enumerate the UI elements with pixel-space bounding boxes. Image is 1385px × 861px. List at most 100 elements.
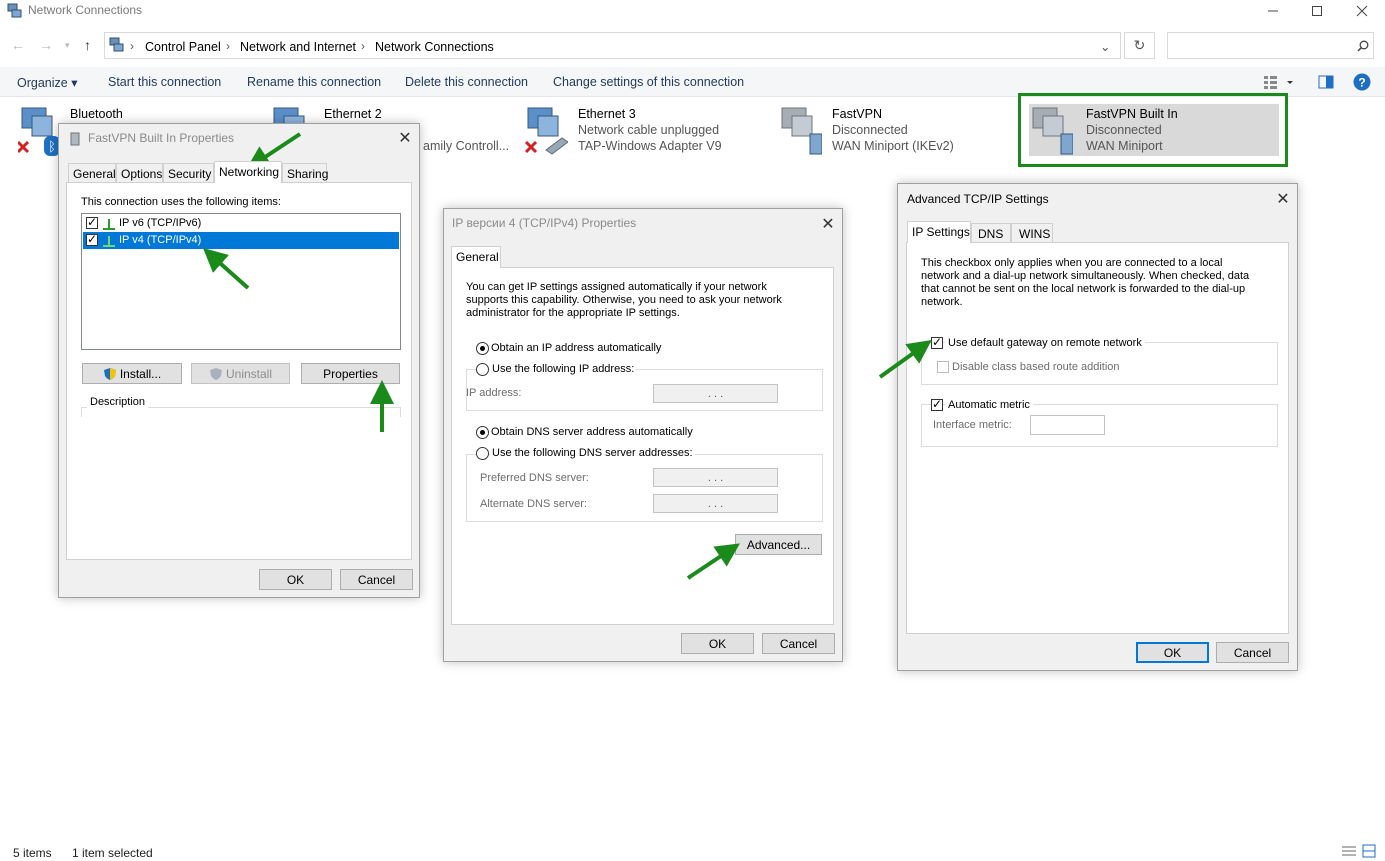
- recent-locations-chevron-icon[interactable]: ▾: [65, 40, 70, 51]
- obtain-ip-auto-label[interactable]: Obtain an IP address automatically: [491, 342, 661, 355]
- tab-general[interactable]: General: [451, 246, 501, 268]
- obtain-dns-auto-radio[interactable]: [476, 426, 489, 439]
- back-arrow-icon[interactable]: ←: [11, 37, 25, 53]
- ip-field-dots: . . .: [707, 387, 724, 400]
- components-list[interactable]: IP v6 (TCP/IPv6) IP v4 (TCP/IPv4): [81, 213, 401, 350]
- preview-pane-icon[interactable]: [1318, 75, 1334, 89]
- ok-button[interactable]: OK: [681, 633, 754, 654]
- organize-menu[interactable]: Organize ▾: [17, 75, 77, 90]
- interface-metric-field[interactable]: [1030, 415, 1105, 435]
- disable-class-route-checkbox[interactable]: [937, 361, 949, 373]
- address-dropdown-chevron-icon[interactable]: ⌄: [1100, 39, 1110, 54]
- properties-button[interactable]: Properties: [301, 363, 400, 384]
- breadcrumb-network-and-internet[interactable]: Network and Internet: [240, 40, 356, 54]
- advanced-button[interactable]: Advanced...: [735, 534, 822, 555]
- search-icon: [1357, 40, 1369, 52]
- network-protocol-icon: [103, 219, 115, 230]
- details-view-icon[interactable]: [1341, 845, 1357, 857]
- cancel-button[interactable]: Cancel: [762, 633, 835, 654]
- delete-connection-button[interactable]: Delete this connection: [405, 75, 528, 89]
- ipv6-checkbox[interactable]: [86, 215, 98, 229]
- tab-ip-settings[interactable]: IP Settings: [907, 221, 971, 243]
- rename-connection-button[interactable]: Rename this connection: [247, 75, 381, 89]
- connection-device: amily Controll...: [423, 139, 510, 153]
- bluetooth-connection-icon: ᛒ: [18, 107, 60, 156]
- advanced-tcpip-dialog: Advanced TCP/IP Settings ✕ IP Settings D…: [897, 183, 1298, 671]
- selected-count: 1 item selected: [72, 846, 153, 860]
- refresh-icon: ↻: [1133, 37, 1146, 53]
- uninstall-button[interactable]: Uninstall: [191, 363, 290, 384]
- obtain-dns-auto-label[interactable]: Obtain DNS server address automatically: [491, 426, 693, 439]
- connection-device: WAN Miniport (IKEv2): [832, 139, 954, 153]
- list-item-ipv4[interactable]: IP v4 (TCP/IPv4): [83, 232, 399, 249]
- use-static-ip-label[interactable]: Use the following IP address:: [490, 363, 637, 376]
- list-item-ipv6[interactable]: IP v6 (TCP/IPv6): [83, 215, 399, 232]
- tab-options[interactable]: Options: [116, 163, 163, 183]
- forward-arrow-icon[interactable]: →: [39, 37, 53, 53]
- svg-text:?: ?: [1358, 76, 1365, 90]
- change-settings-button[interactable]: Change settings of this connection: [553, 75, 744, 89]
- minimize-button[interactable]: [1250, 0, 1296, 22]
- alternate-dns-field[interactable]: . . .: [653, 494, 778, 513]
- ip-address-field[interactable]: . . .: [653, 384, 778, 403]
- tiles-view-icon[interactable]: [1362, 844, 1376, 858]
- connection-item-ethernet-3[interactable]: Ethernet 3 Network cable unplugged TAP-W…: [524, 104, 754, 160]
- address-box[interactable]: › Control Panel › Network and Internet ›…: [104, 32, 1121, 59]
- tab-networking[interactable]: Networking: [214, 161, 282, 183]
- maximize-icon: [1312, 6, 1322, 16]
- connection-status: Network cable unplugged: [578, 123, 720, 137]
- obtain-ip-auto-radio[interactable]: [476, 342, 489, 355]
- use-default-gateway-label[interactable]: Use default gateway on remote network: [945, 337, 1145, 350]
- use-static-dns-radio[interactable]: [476, 447, 489, 460]
- intro-text-line: administrator for the appropriate IP set…: [466, 307, 680, 319]
- info-text-line: This checkbox only applies when you are …: [921, 257, 1223, 269]
- up-arrow-icon[interactable]: ↑: [84, 37, 91, 53]
- dialog-close-button[interactable]: ✕: [1272, 189, 1294, 209]
- close-icon: [1356, 5, 1368, 17]
- dialog-close-button[interactable]: ✕: [817, 214, 839, 234]
- cancel-button[interactable]: Cancel: [1216, 642, 1289, 663]
- change-view-icon[interactable]: [1263, 74, 1293, 90]
- intro-text-line: supports this capability. Otherwise, you…: [466, 294, 782, 306]
- breadcrumb-separator-icon: ›: [361, 39, 365, 53]
- breadcrumb-network-connections[interactable]: Network Connections: [375, 40, 494, 54]
- ipv4-checkbox[interactable]: [86, 232, 98, 246]
- networking-tab-panel: This connection uses the following items…: [66, 182, 412, 560]
- tab-dns[interactable]: DNS: [971, 223, 1011, 243]
- network-connections-icon: [7, 3, 22, 18]
- install-button[interactable]: Install...: [82, 363, 182, 384]
- connection-device: TAP-Windows Adapter V9: [578, 139, 722, 153]
- tab-security[interactable]: Security: [163, 163, 214, 183]
- start-connection-button[interactable]: Start this connection: [108, 75, 221, 89]
- use-static-ip-radio[interactable]: [476, 363, 489, 376]
- maximize-button[interactable]: [1294, 0, 1340, 22]
- automatic-metric-label[interactable]: Automatic metric: [945, 399, 1033, 412]
- automatic-metric-checkbox[interactable]: [931, 397, 943, 411]
- connection-item-fastvpn[interactable]: FastVPN Disconnected WAN Miniport (IKEv2…: [778, 104, 998, 160]
- ipv4-properties-dialog: IP версии 4 (TCP/IPv4) Properties ✕ Gene…: [443, 208, 843, 662]
- vpn-connection-icon: [781, 107, 822, 155]
- refresh-button[interactable]: ↻: [1124, 32, 1155, 59]
- tab-general[interactable]: General: [68, 163, 116, 183]
- help-icon[interactable]: ?: [1353, 73, 1371, 91]
- use-static-dns-label[interactable]: Use the following DNS server addresses:: [490, 447, 695, 460]
- close-window-button[interactable]: [1339, 0, 1385, 22]
- ok-button[interactable]: OK: [1136, 642, 1209, 663]
- ethernet-unplugged-icon: [524, 107, 568, 155]
- dialog-close-button[interactable]: ✕: [394, 128, 416, 148]
- ok-button[interactable]: OK: [259, 569, 332, 590]
- minimize-icon: [1268, 10, 1278, 12]
- info-text-line: network and a dial-up network simultaneo…: [921, 270, 1250, 282]
- search-input[interactable]: [1167, 32, 1374, 59]
- breadcrumb-control-panel[interactable]: Control Panel: [145, 40, 221, 54]
- item-count: 5 items: [13, 846, 52, 860]
- uac-shield-icon: [103, 367, 116, 380]
- tab-sharing[interactable]: Sharing: [282, 163, 328, 183]
- cancel-button[interactable]: Cancel: [340, 569, 413, 590]
- window-title: Network Connections: [28, 3, 143, 17]
- preferred-dns-field[interactable]: . . .: [653, 468, 778, 487]
- connection-properties-dialog: FastVPN Built In Properties ✕ General Op…: [58, 123, 420, 598]
- tab-wins[interactable]: WINS: [1011, 223, 1053, 243]
- connection-name: Ethernet 3: [578, 107, 636, 121]
- use-default-gateway-checkbox[interactable]: [931, 335, 943, 349]
